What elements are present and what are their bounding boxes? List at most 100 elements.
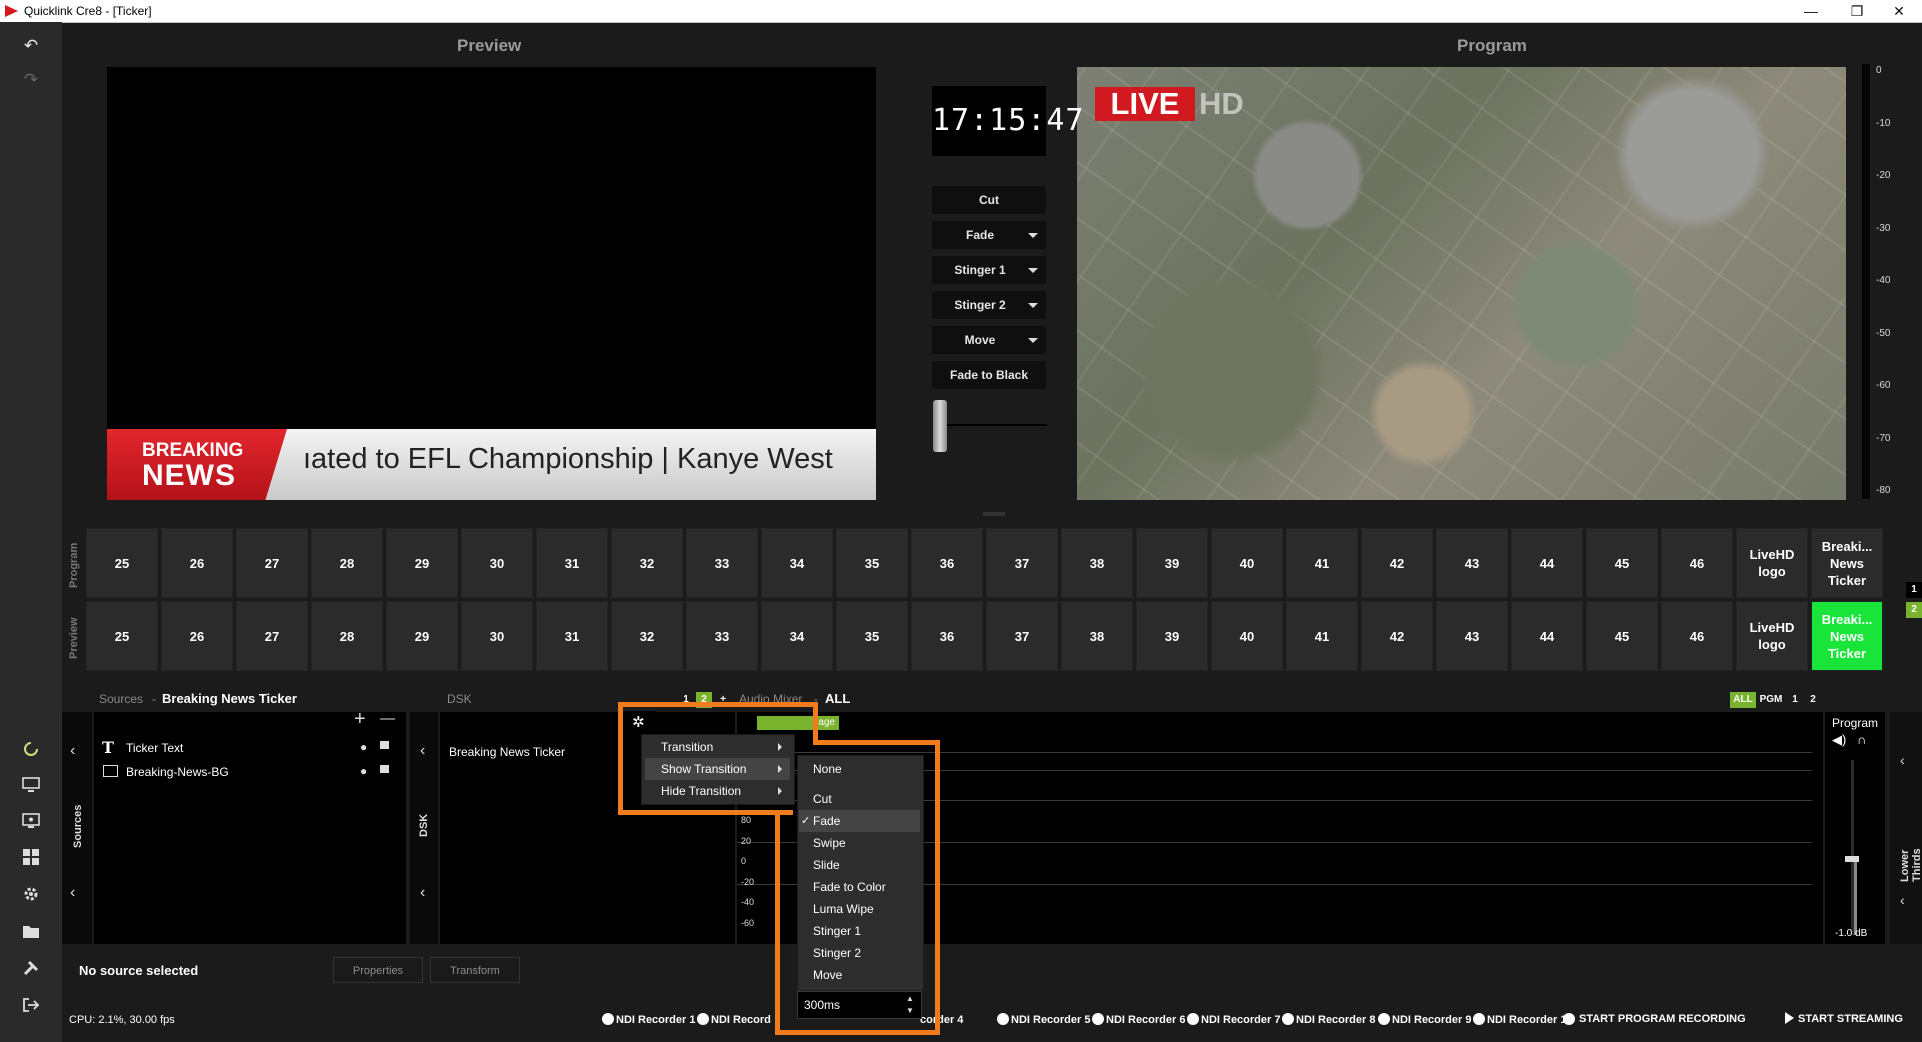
t-bar-handle[interactable] — [933, 400, 947, 452]
dsk-item[interactable]: Breaking News Ticker — [449, 745, 565, 759]
scene-tile-preview[interactable]: 31 — [536, 601, 608, 671]
scene-tile-preview[interactable]: 26 — [161, 601, 233, 671]
scene-tile-program[interactable]: 46 — [1661, 528, 1733, 598]
scene-tile-program[interactable]: 28 — [311, 528, 383, 598]
submenu-item[interactable]: Move — [799, 964, 920, 986]
audio-filter-2[interactable]: 2 — [1805, 692, 1821, 708]
add-source-button[interactable]: + — [354, 708, 366, 731]
screen-share-icon[interactable] — [15, 812, 47, 836]
chevron-down-icon[interactable] — [1028, 268, 1038, 273]
submenu-item[interactable]: ✓ Fade — [799, 810, 920, 832]
sources-collapse-icon[interactable]: ‹ — [70, 742, 75, 760]
ndi-recorder-button[interactable]: NDI Recorder 9 — [1392, 1014, 1471, 1026]
preview-monitor[interactable]: BREAKING NEWS ıated to EFL Championship … — [107, 67, 876, 500]
ndi-recorder-button[interactable]: NDI Recorder 6 — [1106, 1014, 1185, 1026]
dsk-expand-icon[interactable]: ‹ — [420, 884, 425, 902]
folder-icon[interactable] — [15, 922, 47, 946]
scene-tile-program[interactable]: 27 — [236, 528, 308, 598]
scene-tile-program[interactable]: 34 — [761, 528, 833, 598]
fader-handle[interactable] — [1845, 856, 1859, 862]
scene-tile-preview[interactable]: 32 — [611, 601, 683, 671]
lower-thirds-expand-icon[interactable]: ‹ — [1900, 752, 1905, 768]
scene-tile-preview[interactable]: 41 — [1286, 601, 1358, 671]
scene-tile-preview[interactable]: 35 — [836, 601, 908, 671]
scene-tile-program[interactable]: 33 — [686, 528, 758, 598]
start-streaming-button[interactable]: START STREAMING — [1798, 1013, 1903, 1025]
scene-tile-program[interactable]: 32 — [611, 528, 683, 598]
lock-icon[interactable] — [380, 765, 389, 773]
scene-tile-preview[interactable]: 37 — [986, 601, 1058, 671]
spin-down-icon[interactable]: ▼ — [906, 1006, 914, 1015]
scene-tile-program[interactable]: LiveHD logo — [1736, 528, 1808, 598]
transition-button[interactable]: Cut — [932, 186, 1046, 214]
scene-tile-program[interactable]: 40 — [1211, 528, 1283, 598]
submenu-item[interactable]: Cut — [799, 788, 920, 810]
transition-button[interactable]: Stinger 1 — [932, 256, 1046, 284]
scene-tile-preview[interactable]: 27 — [236, 601, 308, 671]
scene-tile-preview[interactable]: 30 — [461, 601, 533, 671]
scene-tile-preview[interactable]: 28 — [311, 601, 383, 671]
ndi-recorder-button[interactable]: NDI Recorder 5 — [1011, 1014, 1090, 1026]
submenu-item[interactable]: Luma Wipe — [799, 898, 920, 920]
scene-tile-preview[interactable]: Breaki... News Ticker — [1811, 601, 1883, 671]
audio-filter-pgm[interactable]: PGM — [1757, 692, 1785, 708]
scene-tile-program[interactable]: 30 — [461, 528, 533, 598]
settings-icon[interactable] — [15, 885, 47, 909]
scene-tile-program[interactable]: 37 — [986, 528, 1058, 598]
scene-tile-preview[interactable]: 39 — [1136, 601, 1208, 671]
restore-button[interactable]: ❐ — [1834, 0, 1880, 22]
ndi-recorder-button[interactable]: NDI Recorder 8 — [1296, 1014, 1375, 1026]
source-item[interactable]: T Ticker Text ● — [102, 738, 402, 758]
context-menu-item[interactable]: Show Transition — [645, 758, 790, 780]
submenu-item[interactable]: None — [799, 758, 920, 780]
sources-expand-icon[interactable]: ‹ — [70, 884, 75, 902]
minimize-button[interactable]: — — [1788, 0, 1834, 22]
transform-button[interactable]: Transform — [430, 957, 520, 983]
context-menu-item[interactable]: Hide Transition — [645, 780, 790, 802]
scene-tile-program[interactable]: 36 — [911, 528, 983, 598]
duration-spinbox[interactable]: 300ms ▲ ▼ — [797, 991, 922, 1019]
scene-tile-preview[interactable]: 46 — [1661, 601, 1733, 671]
scene-tile-program[interactable]: 31 — [536, 528, 608, 598]
ndi-recorder-button[interactable]: NDI Recorder 10 — [1487, 1014, 1573, 1026]
scene-tile-program[interactable]: 38 — [1061, 528, 1133, 598]
scene-tile-preview[interactable]: 33 — [686, 601, 758, 671]
scene-tile-preview[interactable]: 44 — [1511, 601, 1583, 671]
scene-tile-preview[interactable]: 34 — [761, 601, 833, 671]
submenu-item[interactable]: Stinger 2 — [799, 942, 920, 964]
scene-tile-preview[interactable]: 38 — [1061, 601, 1133, 671]
properties-button[interactable]: Properties — [333, 957, 423, 983]
close-button[interactable]: ✕ — [1876, 0, 1922, 22]
scene-tile-preview[interactable]: 45 — [1586, 601, 1658, 671]
scene-tile-program[interactable]: 25 — [86, 528, 158, 598]
page-badge-2[interactable]: 2 — [1906, 602, 1922, 618]
scene-tile-preview[interactable]: 36 — [911, 601, 983, 671]
ndi-recorder-button[interactable]: NDI Recorder 7 — [1201, 1014, 1280, 1026]
chevron-down-icon[interactable] — [1028, 233, 1038, 238]
scene-tile-program[interactable]: 35 — [836, 528, 908, 598]
ndi-recorder-button[interactable]: NDI Recorder 1 — [616, 1014, 695, 1026]
scene-tile-program[interactable]: 29 — [386, 528, 458, 598]
chevron-down-icon[interactable] — [1028, 303, 1038, 308]
audio-filter-all[interactable]: ALL — [1730, 692, 1756, 708]
scene-tile-program[interactable]: 39 — [1136, 528, 1208, 598]
undo-icon[interactable]: ↶ — [15, 34, 47, 58]
scene-tile-program[interactable]: 45 — [1586, 528, 1658, 598]
monitor-icon[interactable] — [15, 776, 47, 800]
start-recording-button[interactable]: START PROGRAM RECORDING — [1579, 1013, 1746, 1025]
scene-tile-program[interactable]: 26 — [161, 528, 233, 598]
headphones-icon[interactable]: ∩ — [1857, 732, 1866, 747]
page-badge-1[interactable]: 1 — [1906, 582, 1922, 598]
transition-button[interactable]: Move — [932, 326, 1046, 354]
dsk-collapse-icon[interactable]: ‹ — [420, 742, 425, 760]
speaker-icon[interactable]: ◀) — [1832, 732, 1846, 748]
redo-icon[interactable]: ↷ — [15, 68, 47, 92]
transition-button[interactable]: Fade to Black — [932, 361, 1046, 389]
submenu-item[interactable]: Slide — [799, 854, 920, 876]
remove-source-button[interactable]: — — [380, 710, 395, 727]
splitter-handle[interactable] — [983, 512, 1005, 516]
visibility-eye-icon[interactable]: ● — [360, 764, 367, 778]
scene-tile-preview[interactable]: 42 — [1361, 601, 1433, 671]
transition-button[interactable]: Fade — [932, 221, 1046, 249]
spin-up-icon[interactable]: ▲ — [906, 994, 914, 1003]
